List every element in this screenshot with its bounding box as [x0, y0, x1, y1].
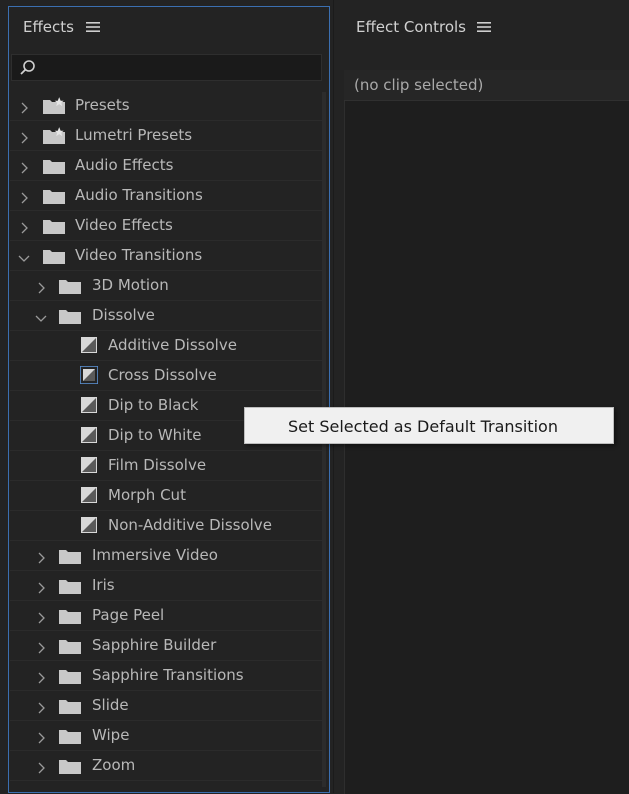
tree-item-label: Sapphire Builder [92, 636, 217, 654]
transition-icon [80, 486, 98, 504]
tree-item-iris[interactable]: Iris [10, 571, 324, 601]
folder-icon [59, 757, 83, 779]
folder-icon [43, 157, 67, 179]
effect-controls-title[interactable]: Effect Controls [356, 18, 466, 36]
tree-item-label: Audio Transitions [75, 186, 203, 204]
chevron-right-icon[interactable] [35, 669, 47, 684]
tree-item-label: 3D Motion [92, 276, 169, 294]
tree-item-video-effects[interactable]: Video Effects [10, 211, 324, 241]
tree-item-label: Sapphire Transitions [92, 666, 244, 684]
transition-icon [79, 365, 99, 385]
tree-item-audio-effects[interactable]: Audio Effects [10, 151, 324, 181]
tree-item-label: Video Transitions [75, 246, 203, 264]
tree-item-label: Lumetri Presets [75, 126, 193, 144]
tree-item-slide[interactable]: Slide [10, 691, 324, 721]
tree-item-label: Audio Effects [75, 156, 174, 174]
chevron-down-icon[interactable] [18, 249, 30, 262]
transition-icon [80, 336, 98, 354]
tree-item-label: Video Effects [75, 216, 173, 234]
folder-icon [59, 607, 83, 629]
folder-icon [59, 697, 83, 719]
folder-icon [59, 667, 83, 689]
tree-item-label: Dip to White [108, 426, 202, 444]
preset-folder-icon [43, 127, 67, 149]
effects-panel-title[interactable]: Effects [23, 18, 74, 36]
transition-icon [80, 426, 98, 444]
tree-item-label: Presets [75, 96, 130, 114]
hamburger-menu-icon[interactable] [477, 18, 491, 37]
tree-item-label: Dip to Black [108, 396, 199, 414]
tree-item-wipe[interactable]: Wipe [10, 721, 324, 751]
folder-icon [59, 637, 83, 659]
tree-item-immersive-video[interactable]: Immersive Video [10, 541, 324, 571]
tree-item-lumetri-presets[interactable]: Lumetri Presets [10, 121, 324, 151]
chevron-right-icon[interactable] [35, 699, 47, 714]
chevron-right-icon[interactable] [18, 159, 30, 174]
tree-item-label: Additive Dissolve [108, 336, 237, 354]
tree-item-label: Slide [92, 696, 129, 714]
tree-item-3d-motion[interactable]: 3D Motion [10, 271, 324, 301]
chevron-right-icon[interactable] [18, 189, 30, 204]
tree-item-audio-transitions[interactable]: Audio Transitions [10, 181, 324, 211]
transition-icon [80, 396, 98, 414]
search-icon [19, 59, 37, 81]
folder-icon [59, 547, 83, 569]
tree-item-presets[interactable]: Presets [10, 91, 324, 121]
folder-icon [43, 247, 67, 269]
tree-item-label: Cross Dissolve [108, 366, 217, 384]
tree-item-label: Iris [92, 576, 115, 594]
tree-item-sapphire-builder[interactable]: Sapphire Builder [10, 631, 324, 661]
search-input[interactable] [11, 54, 322, 81]
no-clip-label: (no clip selected) [354, 76, 484, 94]
folder-icon [59, 307, 83, 329]
menu-item-set-default-transition[interactable]: Set Selected as Default Transition [288, 417, 558, 436]
hamburger-menu-icon[interactable] [86, 18, 100, 37]
tree-item-label: Immersive Video [92, 546, 218, 564]
tree-item-page-peel[interactable]: Page Peel [10, 601, 324, 631]
folder-icon [59, 577, 83, 599]
tree-item-label: Non-Additive Dissolve [108, 516, 272, 534]
transition-icon [80, 516, 98, 534]
chevron-right-icon[interactable] [35, 579, 47, 594]
tree-item-label: Dissolve [92, 306, 155, 324]
tree-item-zoom[interactable]: Zoom [10, 751, 324, 781]
folder-icon [59, 277, 83, 299]
chevron-right-icon[interactable] [35, 609, 47, 624]
folder-icon [43, 217, 67, 239]
chevron-down-icon[interactable] [35, 309, 47, 322]
folder-icon [59, 727, 83, 749]
transition-icon [80, 456, 98, 474]
chevron-right-icon[interactable] [35, 279, 47, 294]
chevron-right-icon[interactable] [35, 639, 47, 654]
tree-item-dissolve[interactable]: Dissolve [10, 301, 324, 331]
chevron-right-icon[interactable] [18, 219, 30, 234]
context-menu: Set Selected as Default Transition [244, 407, 614, 444]
chevron-right-icon[interactable] [35, 549, 47, 564]
tree-item-label: Page Peel [92, 606, 165, 624]
chevron-right-icon[interactable] [35, 759, 47, 774]
tree-item-video-transitions[interactable]: Video Transitions [10, 241, 324, 271]
folder-icon [43, 187, 67, 209]
chevron-right-icon[interactable] [18, 129, 30, 144]
chevron-right-icon[interactable] [35, 729, 47, 744]
tree-item-label: Morph Cut [108, 486, 186, 504]
tree-item-additive-dissolve[interactable]: Additive Dissolve [10, 331, 324, 361]
tree-item-label: Film Dissolve [108, 456, 207, 474]
preset-folder-icon [43, 97, 67, 119]
tree-item-sapphire-transitions[interactable]: Sapphire Transitions [10, 661, 324, 691]
tree-item-label: Zoom [92, 756, 136, 774]
tree-item-label: Wipe [92, 726, 130, 744]
tree-item-non-additive-dissolve[interactable]: Non-Additive Dissolve [10, 511, 324, 541]
tree-item-cross-dissolve[interactable]: Cross Dissolve [10, 361, 324, 391]
chevron-right-icon[interactable] [18, 99, 30, 114]
tree-item-morph-cut[interactable]: Morph Cut [10, 481, 324, 511]
tree-item-film-dissolve[interactable]: Film Dissolve [10, 451, 324, 481]
